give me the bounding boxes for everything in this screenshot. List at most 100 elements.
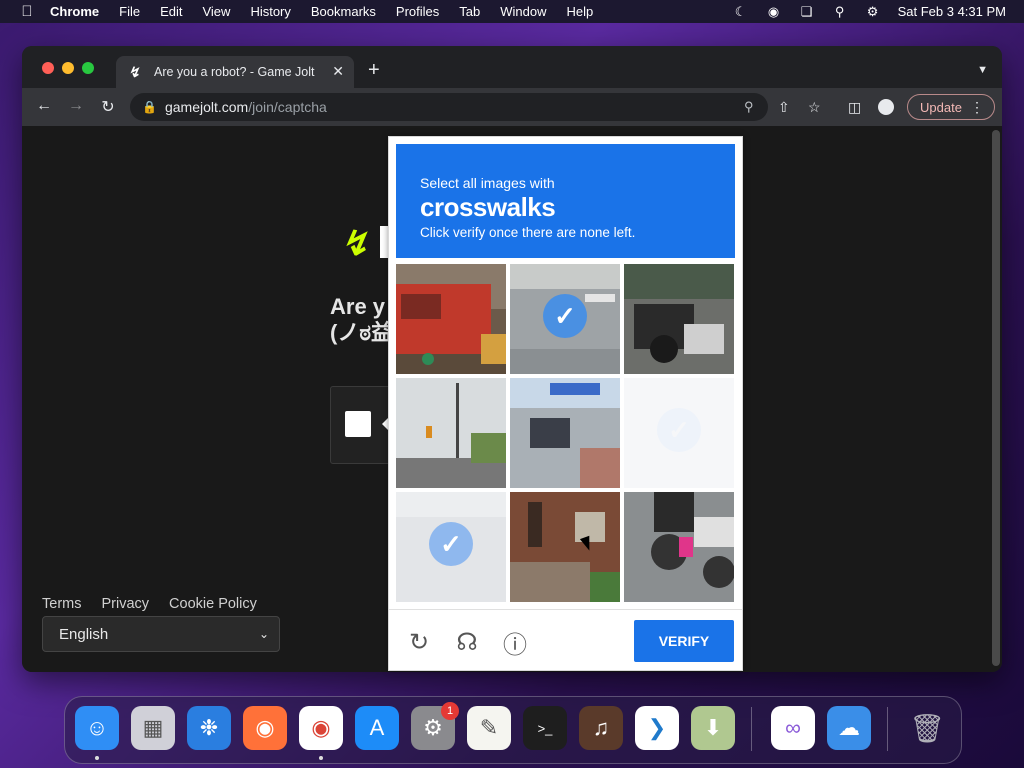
menu-file[interactable]: File [119, 4, 140, 19]
dock-visual-studio-icon[interactable]: ∞ [771, 706, 815, 750]
tab-close-icon[interactable]: ✕ [332, 63, 344, 80]
dock-safari-icon[interactable]: ❉ [187, 706, 231, 750]
menu-app-name[interactable]: Chrome [50, 4, 99, 19]
user-account-icon[interactable]: ◉ [766, 4, 782, 19]
bookmark-star-icon[interactable]: ☆ [808, 99, 821, 116]
cookie-policy-link[interactable]: Cookie Policy [169, 596, 257, 612]
robot-question-heading: Are y (ノಠ益 [330, 294, 393, 346]
footer-links: Terms Privacy Cookie Policy [42, 596, 257, 612]
privacy-link[interactable]: Privacy [101, 596, 149, 612]
dark-mode-moon-icon[interactable]: ☾ [733, 4, 749, 19]
dock-chrome-icon[interactable]: ◉ [299, 706, 343, 750]
traffic-light-image [396, 378, 506, 488]
window-close-button[interactable] [42, 62, 54, 74]
window-minimize-button[interactable] [62, 62, 74, 74]
captcha-instructions: Select all images with crosswalks Click … [396, 144, 735, 258]
dock-separator [887, 707, 888, 751]
tile-brick-house[interactable] [510, 492, 620, 602]
tab-search-chevron-icon[interactable]: ▼ [977, 64, 988, 76]
search-icon[interactable]: ⚲ [744, 99, 754, 115]
captcha-footer: ↻ ☊ ⓘ VERIFY [389, 609, 742, 672]
spotlight-search-icon[interactable]: ⚲ [832, 4, 848, 19]
tab-title: Are you a robot? - Game Jolt [154, 65, 315, 79]
menu-view[interactable]: View [202, 4, 230, 19]
captcha-target-word: crosswalks [420, 192, 556, 222]
tile-motorbike-rider[interactable] [624, 492, 734, 602]
profile-avatar-icon[interactable] [878, 99, 894, 115]
tile-road-crosswalk[interactable]: ✓ [510, 264, 620, 374]
verify-button[interactable]: VERIFY [634, 620, 734, 662]
dock-weather-icon[interactable]: ☁ [827, 706, 871, 750]
menubar-clock[interactable]: Sat Feb 3 4:31 PM [898, 4, 1006, 19]
recaptcha-checkbox[interactable] [345, 411, 371, 437]
tile-motorcycles[interactable] [624, 264, 734, 374]
info-icon[interactable]: ⓘ [501, 628, 529, 659]
selected-checkmark-icon: ✓ [429, 522, 473, 566]
tile-traffic-light[interactable] [396, 378, 506, 488]
forward-arrow-icon[interactable]: → [66, 97, 86, 115]
menu-edit[interactable]: Edit [160, 4, 182, 19]
menu-window[interactable]: Window [500, 4, 546, 19]
dock-separator [751, 707, 752, 751]
language-value: English [59, 625, 109, 643]
tile-police-truck[interactable] [510, 378, 620, 488]
captcha-challenge: Select all images with crosswalks Click … [388, 136, 743, 671]
dock-trash-icon[interactable]: 🗑 [905, 706, 949, 750]
tile-fading-blank[interactable]: ✓ [624, 378, 734, 488]
lock-icon[interactable]: 🔒 [142, 100, 157, 114]
motorcycles-image [624, 264, 734, 374]
heading-line-1: Are y [330, 294, 386, 319]
dock-vscode-icon[interactable]: ❯ [635, 706, 679, 750]
control-center-icon[interactable]: ⚙ [865, 4, 881, 19]
apple-logo-icon[interactable]:  [18, 3, 36, 20]
window-zoom-button[interactable] [82, 62, 94, 74]
page-scrollbar[interactable] [992, 130, 1000, 666]
url-host: gamejolt.com [164, 99, 249, 115]
dock-terminal-icon[interactable]: >_ [523, 706, 567, 750]
menu-bar:  Chrome File Edit View History Bookmark… [0, 0, 1024, 23]
address-bar[interactable]: 🔒 gamejolt.com/join/captcha ⚲ [130, 93, 768, 121]
reload-challenge-icon[interactable]: ↻ [405, 628, 433, 656]
heading-line-2: (ノಠ益 [330, 320, 393, 345]
screen-mirroring-icon[interactable]: ❏ [799, 4, 815, 19]
side-panel-icon[interactable]: ◫ [848, 99, 861, 116]
game-jolt-favicon-icon: ↯ [128, 63, 140, 80]
menu-profiles[interactable]: Profiles [396, 4, 439, 19]
update-button[interactable]: Update ⋮ [907, 94, 995, 120]
menu-bookmarks[interactable]: Bookmarks [311, 4, 376, 19]
police-truck-image [510, 378, 620, 488]
captcha-prompt-line3: Click verify once there are none left. [420, 225, 636, 240]
chevron-down-icon: ⌄ [258, 627, 269, 641]
menu-help[interactable]: Help [567, 4, 594, 19]
tile-fading-road[interactable]: ✓ [396, 492, 506, 602]
reload-icon[interactable]: ↻ [98, 97, 118, 117]
browser-toolbar: ← → ↻ 🔒 gamejolt.com/join/captcha ⚲ ⇧ ☆ … [22, 88, 1002, 126]
url-text[interactable]: gamejolt.com/join/captcha [165, 99, 327, 115]
terms-link[interactable]: Terms [42, 596, 81, 612]
audio-challenge-headphones-icon[interactable]: ☊ [453, 628, 481, 656]
macos-dock: ☺ ▦ ❉ ◉ ◉ A ⚙ 1 ✎ >_ ♫ ❯ ⬇ ∞ ☁ 🗑 [64, 696, 962, 764]
tab-game-jolt-captcha[interactable]: ↯ Are you a robot? - Game Jolt ✕ [116, 56, 354, 88]
url-path: /join/captcha [248, 99, 327, 115]
dock-textedit-icon[interactable]: ✎ [467, 706, 511, 750]
menu-history[interactable]: History [250, 4, 290, 19]
dock-launchpad-icon[interactable]: ▦ [131, 706, 175, 750]
menu-tab[interactable]: Tab [459, 4, 480, 19]
dock-garageband-icon[interactable]: ♫ [579, 706, 623, 750]
dock-installer-icon[interactable]: ⬇ [691, 706, 735, 750]
dock-finder-icon[interactable]: ☺ [75, 706, 119, 750]
language-select[interactable]: English ⌄ [42, 616, 280, 652]
tile-red-truck[interactable] [396, 264, 506, 374]
running-indicator [95, 756, 99, 760]
dock-firefox-icon[interactable]: ◉ [243, 706, 287, 750]
red-truck-image [396, 264, 506, 374]
notification-badge: 1 [441, 702, 459, 720]
motorbike-rider-image [624, 492, 734, 602]
game-jolt-logo-icon[interactable]: ↯ [340, 224, 369, 264]
more-menu-icon[interactable]: ⋮ [970, 99, 984, 116]
new-tab-icon[interactable]: + [368, 60, 380, 80]
dock-system-settings-icon[interactable]: ⚙ 1 [411, 702, 459, 750]
back-arrow-icon[interactable]: ← [34, 97, 54, 115]
share-icon[interactable]: ⇧ [778, 99, 790, 116]
dock-app-store-icon[interactable]: A [355, 706, 399, 750]
